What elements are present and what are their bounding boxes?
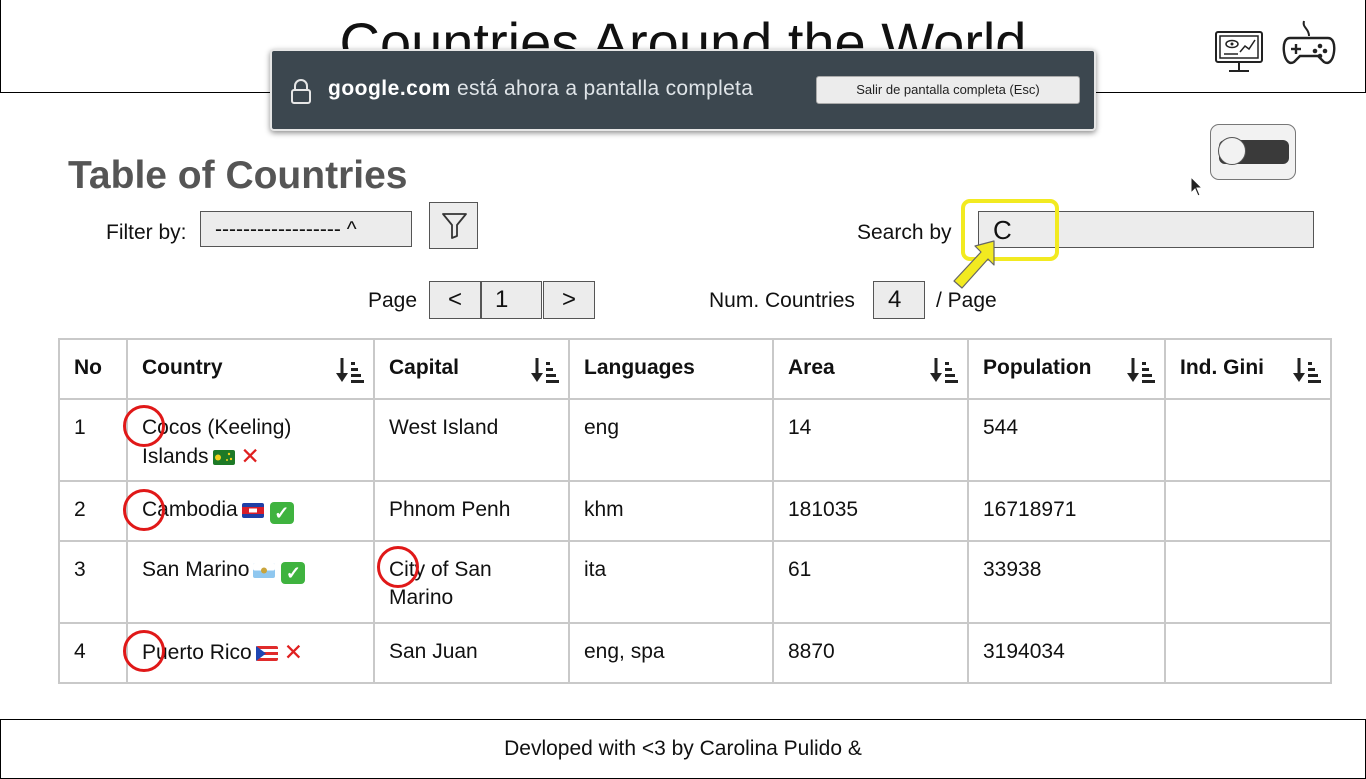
header-population[interactable]: Population [967,338,1166,400]
status-cross-icon: ✕ [240,443,260,469]
header-gini[interactable]: Ind. Gini [1164,338,1332,400]
lock-icon [290,79,312,110]
cell-languages: khm [568,480,774,542]
fullscreen-status-text: está ahora a pantalla completa [456,77,754,100]
cell-gini [1164,622,1332,684]
sort-population-icon[interactable] [1126,356,1156,394]
cell-population: 544 [967,398,1166,482]
cell-languages: eng, spa [568,622,774,684]
status-cross-icon: ✕ [283,639,303,665]
per-page-input[interactable]: 4 [873,281,925,319]
flag-puerto-rico-icon [255,641,278,669]
fullscreen-notification: google.com está ahora a pantalla complet… [270,49,1096,131]
current-page-input[interactable]: 1 [481,281,542,319]
status-check-icon: ✓ [281,562,306,584]
sort-gini-icon[interactable] [1292,356,1322,394]
per-page-label: Num. Countries [709,289,855,312]
filter-label: Filter by: [106,221,187,244]
header-languages-label: Languages [584,356,695,379]
table-header-row: No Country Capital Languages Area Popula… [58,338,1332,400]
flag-san-marino-icon [253,558,276,586]
flag-cocos-islands-icon [212,445,235,473]
header-country[interactable]: Country [126,338,375,400]
header-area-label: Area [788,356,835,379]
annotation-circle [123,405,165,447]
cell-area: 14 [772,398,969,482]
footer-text: Devloped with <3 by Carolina Pulido & [504,737,862,760]
annotation-circle [377,546,419,588]
prev-page-button[interactable]: < [429,281,481,319]
cell-languages: ita [568,540,774,624]
annotation-circle [123,489,165,531]
annotation-circle [123,630,165,672]
cell-capital: Phnom Penh [373,480,570,542]
sort-area-icon[interactable] [929,356,959,394]
cell-no: 3 [58,540,128,624]
country-name: San Marino [142,558,250,581]
header-country-label: Country [142,356,223,379]
header-area[interactable]: Area [772,338,969,400]
sort-country-icon[interactable] [335,356,365,394]
cell-no: 2 [58,480,128,542]
cell-country: Cocos (Keeling) Islands ✕ [126,398,375,482]
table-row: 1 Cocos (Keeling) Islands ✕ West Island e… [58,398,1332,482]
cell-population: 3194034 [967,622,1166,684]
next-page-button[interactable]: > [543,281,595,319]
header-languages: Languages [568,338,774,400]
filter-button[interactable] [429,202,478,249]
header-capital-label: Capital [389,356,460,379]
cell-country: San Marino ✓ [126,540,375,624]
cell-gini [1164,398,1332,482]
fullscreen-message: google.com está ahora a pantalla complet… [328,77,753,101]
exit-fullscreen-button[interactable]: Salir de pantalla completa (Esc) [816,76,1080,104]
mouse-cursor-icon [1190,175,1204,203]
dashboard-monitor-icon[interactable] [1214,30,1264,79]
cell-languages: eng [568,398,774,482]
cell-area: 61 [772,540,969,624]
header-gini-label: Ind. Gini [1180,356,1264,379]
cell-area: 181035 [772,480,969,542]
countries-table: No Country Capital Languages Area Popula… [58,338,1332,684]
status-check-icon: ✓ [269,502,294,524]
cell-area: 8870 [772,622,969,684]
filter-select[interactable]: ------------------ ^ [200,211,412,247]
section-title: Table of Countries [68,154,408,197]
cell-population: 16718971 [967,480,1166,542]
cell-no: 1 [58,398,128,482]
table-row: 3 San Marino ✓ City of San Marino ita 61 … [58,540,1332,624]
toggle-knob [1218,137,1246,165]
cell-population: 33938 [967,540,1166,624]
funnel-icon [442,213,467,239]
header-no-label: No [74,356,102,379]
header-capital[interactable]: Capital [373,338,570,400]
per-page-suffix: / Page [936,289,997,312]
header-no: No [58,338,128,400]
cell-capital: West Island [373,398,570,482]
header-population-label: Population [983,356,1092,379]
pointer-arrow-icon [950,238,1000,295]
cell-gini [1164,480,1332,542]
gamepad-icon[interactable] [1282,18,1336,73]
flag-cambodia-icon [241,498,264,526]
fullscreen-domain: google.com [328,77,451,100]
table-row: 2 Cambodia ✓ Phnom Penh khm 181035 167189… [58,480,1332,542]
search-label: Search by [857,221,952,244]
theme-toggle[interactable] [1210,124,1296,180]
table-row: 4 Puerto Rico ✕ San Juan eng, spa 8870 31… [58,622,1332,684]
cell-no: 4 [58,622,128,684]
sort-capital-icon[interactable] [530,356,560,394]
cell-capital: San Juan [373,622,570,684]
page-label: Page [368,289,418,312]
cell-gini [1164,540,1332,624]
